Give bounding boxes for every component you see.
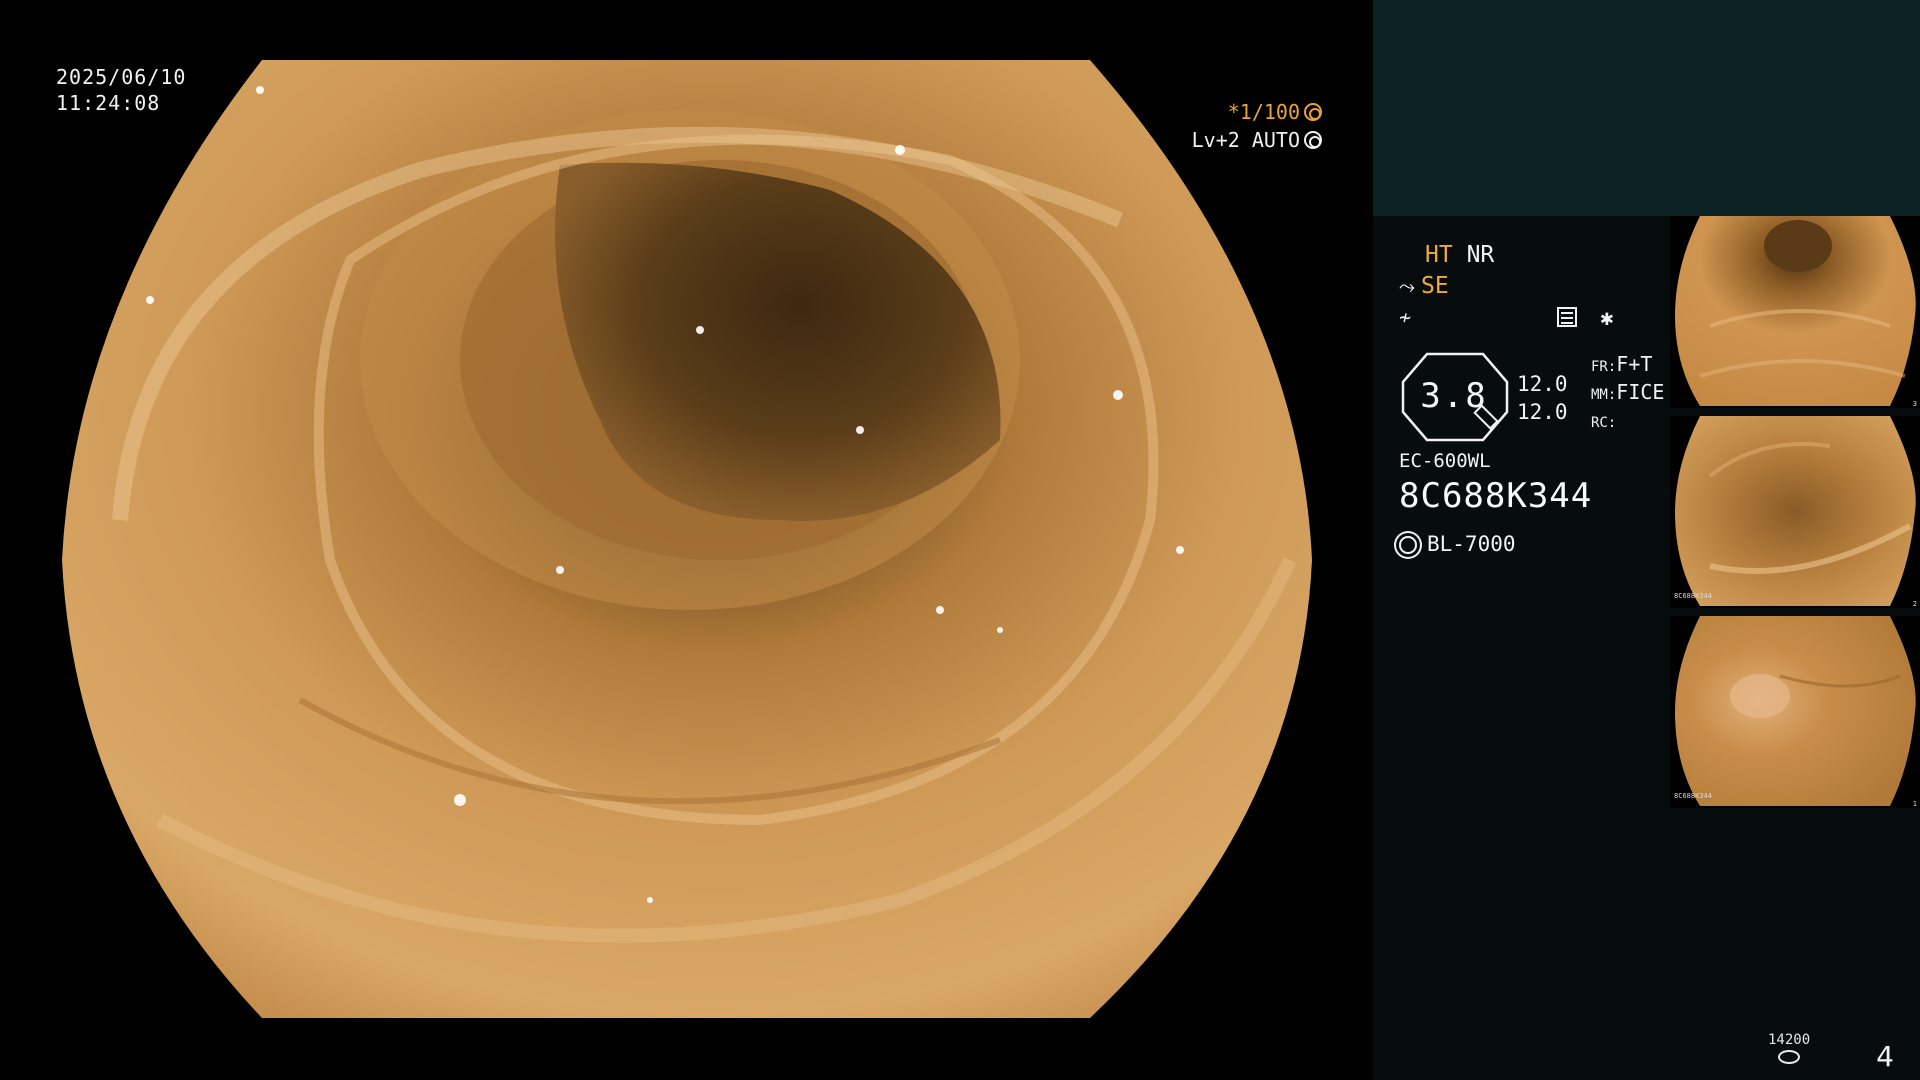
time-text: 11:24:08 — [56, 91, 161, 115]
freeze-icon: ≁ — [1399, 305, 1412, 329]
mode-labels: FR:F+T MM:FICE RC: — [1591, 352, 1664, 436]
level-auto-text: Lv+2 AUTO — [1191, 128, 1300, 152]
shutter-speed: *1/100 — [1227, 100, 1300, 124]
asterisk-icon: ✱ — [1600, 306, 1614, 331]
thumbnail-image — [1675, 616, 1916, 806]
thumbnail-serial: 8C688K344 — [1674, 792, 1712, 800]
mode-icons: ✱ — [1557, 306, 1614, 331]
value-2: 12.0 — [1517, 400, 1568, 424]
exposure-settings: *1/100 Lv+2 AUTO — [1192, 98, 1322, 154]
ht-indicator: HT — [1425, 242, 1453, 268]
storage-count: 14200 — [1768, 1032, 1811, 1048]
se-indicator: SE — [1421, 273, 1449, 299]
scope-icon: ⤳ — [1399, 274, 1415, 298]
endoscope-image — [62, 60, 1312, 1018]
zoom-values: 12.0 12.0 — [1517, 370, 1568, 426]
endoscope-main-view: 2025/06/10 11:24:08 *1/100 Lv+2 AUTO — [0, 0, 1372, 1080]
fr-value: F+T — [1616, 352, 1653, 376]
scope-model: EC-600WL — [1399, 450, 1491, 472]
thumbnail-capture-1[interactable]: 8C688K344 1 — [1670, 616, 1920, 808]
light-source: BL-7000 — [1399, 532, 1516, 556]
rc-key: RC: — [1591, 415, 1617, 431]
zoom-indicator: 3.8 12.0 12.0 FR:F+T MM:FICE RC: — [1399, 352, 1664, 444]
status-side-panel: HT NR ⤳ SE ≁ ✱ 3.8 12.0 12.0 FR:F+T MM:FI… — [1373, 0, 1920, 1080]
scope-serial: 8C688K344 — [1399, 476, 1593, 516]
thumbnail-capture-2[interactable]: 8C688K344 2 — [1670, 416, 1920, 608]
thumbnail-index: 1 — [1912, 800, 1917, 808]
thumbnail-index: 2 — [1912, 600, 1917, 608]
page-number: 4 — [1876, 1040, 1894, 1073]
thumbnail-index: 3 — [1912, 400, 1917, 408]
date-time-display: 2025/06/10 11:24:08 — [56, 64, 186, 116]
date-text: 2025/06/10 — [56, 65, 187, 89]
sun-icon — [1399, 536, 1417, 554]
thumbnail-image — [1675, 416, 1916, 606]
thumbnail-capture-3[interactable]: 3 — [1670, 216, 1920, 408]
thumbnail-serial: 8C688K344 — [1674, 592, 1712, 600]
thumbnail-image — [1675, 216, 1916, 406]
disk-icon — [1778, 1050, 1801, 1064]
storage-indicator: 14200 — [1768, 1032, 1810, 1064]
mm-value: FICE — [1616, 380, 1665, 404]
side-panel-header — [1373, 0, 1920, 216]
gear-icon — [1304, 103, 1322, 121]
iris-icon — [1304, 131, 1322, 149]
fr-key: FR: — [1591, 359, 1617, 375]
mm-key: MM: — [1591, 387, 1617, 403]
zoom-value: 3.8 — [1420, 376, 1488, 416]
nr-indicator: NR — [1466, 242, 1495, 268]
value-1: 12.0 — [1517, 372, 1568, 396]
light-source-name: BL-7000 — [1427, 532, 1516, 556]
filter-icon — [1557, 307, 1577, 327]
